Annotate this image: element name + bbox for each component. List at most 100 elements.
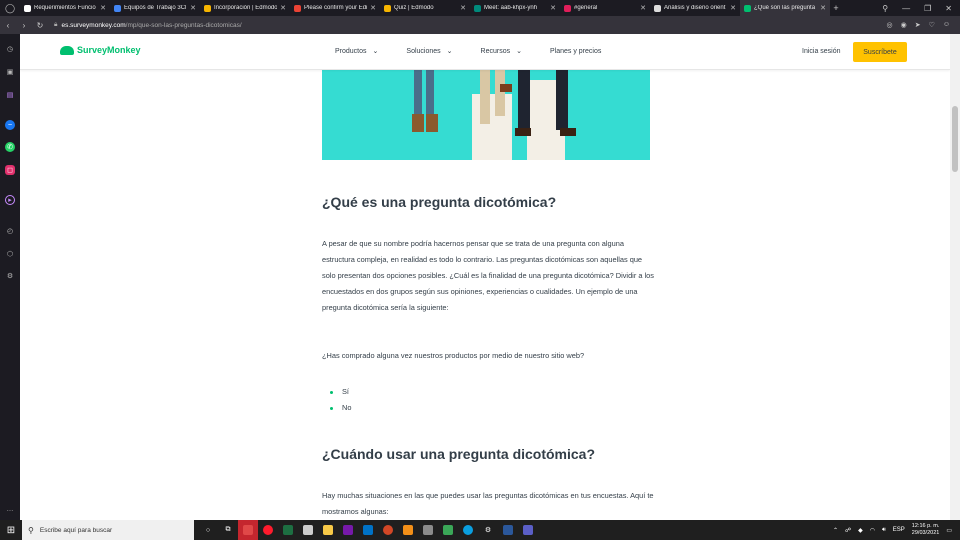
main-nav: Productos ⌄ Soluciones ⌄ Recursos ⌄ Planes … bbox=[335, 47, 629, 56]
taskbar-apps: ○ ⧉ ⚙ bbox=[198, 520, 538, 540]
opera-icon[interactable] bbox=[258, 520, 278, 540]
tab-close-icon[interactable]: ✕ bbox=[370, 4, 376, 12]
speed-dial-icon[interactable]: ◷ bbox=[5, 44, 15, 54]
login-link[interactable]: Inicia sesión bbox=[802, 48, 841, 55]
greenshot-icon[interactable] bbox=[438, 520, 458, 540]
instagram-icon[interactable]: ◻ bbox=[5, 165, 15, 175]
tab-close-icon[interactable]: ✕ bbox=[640, 4, 646, 12]
tab-label: Requerimientos Funcio bbox=[34, 5, 96, 11]
tab-close-icon[interactable]: ✕ bbox=[190, 4, 196, 12]
taskbar-search[interactable]: ⚲ Escribe aquí para buscar bbox=[22, 520, 194, 540]
wifi-icon[interactable]: ◠ bbox=[870, 527, 875, 534]
browser-tab[interactable]: Análisis y diseño orient ✕ bbox=[650, 0, 740, 16]
task-view-icon[interactable]: ⧉ bbox=[218, 520, 238, 540]
hero-cube bbox=[472, 94, 512, 160]
tab-close-icon[interactable]: ✕ bbox=[100, 4, 106, 12]
store-icon[interactable] bbox=[298, 520, 318, 540]
tab-favicon-icon bbox=[654, 4, 661, 12]
hero-leg bbox=[480, 70, 490, 124]
excel-icon[interactable] bbox=[278, 520, 298, 540]
messenger-icon[interactable]: ~ bbox=[5, 120, 15, 130]
start-button[interactable]: ⊞ bbox=[0, 525, 22, 536]
url-field[interactable]: 🔒︎ es.surveymonkey.com /mp/que-son-las-p… bbox=[54, 21, 242, 29]
tab-label: Quiz | Edmodo bbox=[394, 5, 434, 11]
tab-label: Please confirm your Edi bbox=[304, 5, 368, 11]
volume-icon[interactable]: 🔊︎ bbox=[882, 527, 886, 534]
browser-tab[interactable]: Please confirm your Edi ✕ bbox=[290, 0, 380, 16]
vpn-icon[interactable]: ◉ bbox=[901, 21, 907, 29]
heart-icon[interactable]: ♡ bbox=[929, 21, 935, 29]
app-gray-icon[interactable] bbox=[418, 520, 438, 540]
opera-sidebar: ◷ ▣ ▤ ~ ✆ ◻ ▸ ◴ ⬡ ⚙ … bbox=[0, 34, 20, 520]
browser-tab[interactable]: #general ✕ bbox=[560, 0, 650, 16]
search-tabs-icon[interactable]: ⚲ bbox=[882, 4, 888, 13]
hero-shoe bbox=[515, 128, 531, 136]
more-icon[interactable]: … bbox=[5, 504, 15, 514]
network-icon[interactable]: ☍ bbox=[845, 527, 851, 534]
player-icon[interactable]: ▸ bbox=[5, 195, 15, 205]
signup-button[interactable]: Suscríbete bbox=[853, 42, 907, 62]
browser-tab[interactable]: Incorporación | Edmodo ✕ bbox=[200, 0, 290, 16]
tab-favicon-icon bbox=[744, 4, 751, 12]
new-tab-button[interactable]: + bbox=[830, 3, 842, 13]
back-button[interactable]: ‹ bbox=[0, 21, 16, 30]
page-scrollbar[interactable] bbox=[950, 34, 960, 520]
browser-tab[interactable]: Requerimientos Funcio ✕ bbox=[20, 0, 110, 16]
browser-tab[interactable]: Equipos de Trabajo 3Cl ✕ bbox=[110, 0, 200, 16]
system-tray: ⌃ ☍ ◆ ◠ 🔊︎ ESP 12:16 p. m. 29/03/2021 ▭ bbox=[833, 523, 960, 537]
tab-favicon-icon bbox=[114, 4, 121, 12]
notifications-icon[interactable]: ▭ bbox=[946, 527, 952, 534]
nav-productos[interactable]: Productos ⌄ bbox=[335, 47, 378, 56]
sublime-icon[interactable] bbox=[398, 520, 418, 540]
dropbox-icon[interactable]: ◆ bbox=[858, 527, 863, 534]
settings-icon[interactable]: ⚙ bbox=[5, 271, 15, 281]
close-window-button[interactable]: ✕ bbox=[945, 4, 952, 13]
tab-favicon-icon bbox=[564, 4, 571, 12]
tab-close-icon[interactable]: ✕ bbox=[820, 4, 826, 12]
nav-soluciones[interactable]: Soluciones ⌄ bbox=[406, 47, 452, 56]
logo-icon bbox=[60, 45, 74, 55]
nav-recursos[interactable]: Recursos ⌄ bbox=[481, 47, 522, 56]
shopping-icon[interactable]: ▣ bbox=[5, 67, 15, 77]
nav-planes[interactable]: Planes y precios bbox=[550, 47, 601, 55]
forward-button[interactable]: › bbox=[16, 21, 32, 30]
send-icon[interactable]: ➤ bbox=[915, 21, 921, 29]
surveymonkey-logo[interactable]: SurveyMonkey bbox=[60, 45, 141, 55]
list-item: Sí bbox=[330, 384, 351, 400]
scrollbar-thumb[interactable] bbox=[952, 106, 958, 172]
history-icon[interactable]: ◴ bbox=[5, 226, 15, 236]
powerpoint-icon[interactable] bbox=[378, 520, 398, 540]
language-indicator[interactable]: ESP bbox=[893, 527, 905, 533]
browser-tab[interactable]: ¿Qué son las pregunta ✕ bbox=[740, 0, 830, 16]
cortana-icon[interactable]: ○ bbox=[198, 520, 218, 540]
web-page: SurveyMonkey Productos ⌄ Soluciones ⌄ Recu… bbox=[20, 34, 950, 520]
camera-icon[interactable]: ◎ bbox=[886, 21, 892, 29]
clock-time: 12:16 p. m. bbox=[911, 523, 940, 529]
chevron-up-icon[interactable]: ⌃ bbox=[833, 527, 838, 534]
tab-label: Meet: aab-khpx-ynh bbox=[484, 5, 538, 11]
browser-tab[interactable]: Quiz | Edmodo ✕ bbox=[380, 0, 470, 16]
tab-close-icon[interactable]: ✕ bbox=[460, 4, 466, 12]
outlook-icon[interactable] bbox=[358, 520, 378, 540]
chevron-down-icon: ⌄ bbox=[516, 48, 522, 55]
tab-close-icon[interactable]: ✕ bbox=[280, 4, 286, 12]
onenote-icon[interactable] bbox=[338, 520, 358, 540]
word-icon[interactable] bbox=[498, 520, 518, 540]
twitch-icon[interactable]: ▤ bbox=[5, 90, 15, 100]
clock[interactable]: 12:16 p. m. 29/03/2021 bbox=[912, 523, 940, 537]
teams-icon[interactable] bbox=[518, 520, 538, 540]
reload-button[interactable]: ↻ bbox=[32, 21, 48, 30]
tab-close-icon[interactable]: ✕ bbox=[550, 4, 556, 12]
whatsapp-icon[interactable]: ✆ bbox=[5, 142, 15, 152]
opera-menu-icon[interactable]: ◯ bbox=[0, 0, 20, 16]
extensions-icon[interactable]: ⬡ bbox=[5, 249, 15, 259]
account-icon[interactable]: ☺ bbox=[943, 21, 950, 29]
tab-close-icon[interactable]: ✕ bbox=[730, 4, 736, 12]
edge-icon[interactable] bbox=[458, 520, 478, 540]
minimize-button[interactable]: — bbox=[902, 4, 910, 13]
maximize-button[interactable]: ❐ bbox=[924, 4, 931, 13]
app-red-icon[interactable] bbox=[238, 520, 258, 540]
explorer-icon[interactable] bbox=[318, 520, 338, 540]
browser-tab[interactable]: Meet: aab-khpx-ynh ✕ bbox=[470, 0, 560, 16]
settings-app-icon[interactable]: ⚙ bbox=[478, 520, 498, 540]
